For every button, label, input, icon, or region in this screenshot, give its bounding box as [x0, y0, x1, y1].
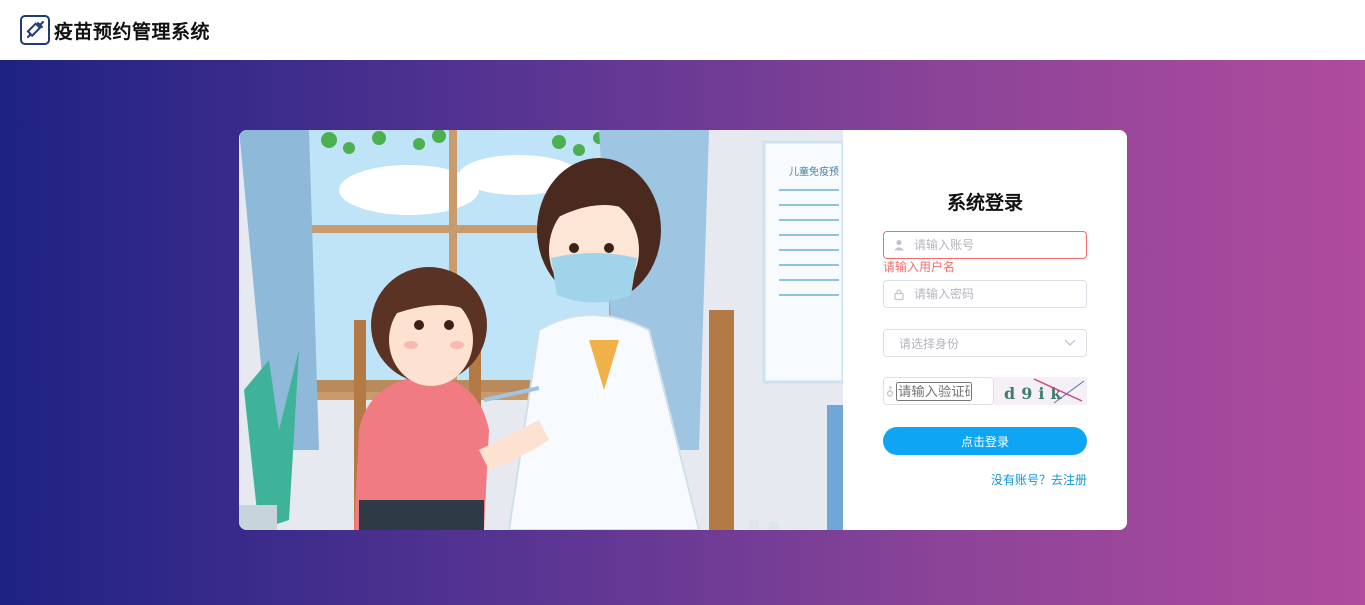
vaccination-illustration: 儿童免疫预 [239, 130, 843, 530]
chevron-down-icon [1064, 339, 1076, 346]
username-input[interactable] [914, 238, 1074, 252]
captcha-image[interactable]: d9ik [994, 377, 1087, 405]
app-title: 疫苗预约管理系统 [54, 20, 211, 43]
user-icon [884, 239, 914, 251]
poster-text: 儿童免疫预 [789, 165, 839, 178]
username-error: 请输入用户名 [883, 260, 956, 274]
key-icon [884, 382, 896, 401]
login-title: 系统登录 [946, 192, 1023, 214]
captcha-input[interactable] [896, 381, 972, 401]
username-field[interactable] [883, 231, 1087, 259]
captcha-field[interactable] [883, 377, 994, 405]
role-select[interactable]: 请选择身份 [883, 329, 1087, 357]
password-field[interactable] [883, 280, 1087, 308]
syringe-logo-icon [20, 15, 50, 45]
top-bar: 疫苗预约管理系统 [0, 0, 1365, 60]
register-link[interactable]: 没有账号？去注册 [991, 471, 1087, 488]
login-form: 系统登录 请输入用户名 请选择身份 [843, 130, 1127, 530]
role-select-placeholder: 请选择身份 [899, 336, 960, 351]
password-input[interactable] [914, 287, 1074, 301]
login-button[interactable]: 点击登录 [883, 427, 1087, 455]
lock-icon [884, 288, 914, 300]
login-card: 儿童免疫预 系统登录 请输入账号 请输入用户名 请选择身份 请输入验证码 d9i… [239, 130, 1127, 530]
login-background: 儿童免疫预 系统登录 请输入账号 请输入用户名 请选择身份 请输入验证码 d9i… [0, 60, 1365, 605]
